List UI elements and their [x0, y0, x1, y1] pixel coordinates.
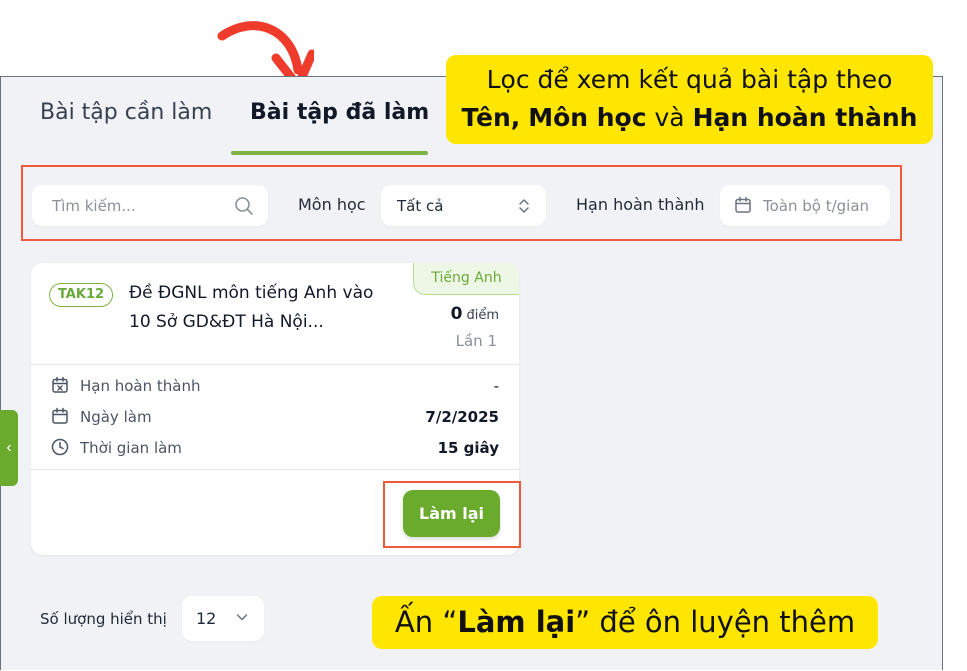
callout-name: Tên,	[461, 103, 521, 132]
callout-line-2: Tên, Môn học và Hạn hoàn thành	[446, 99, 933, 137]
filter-callout: Lọc để xem kết quả bài tập theo Tên, Môn…	[446, 55, 933, 144]
redo-callout: Ấn “Làm lại” để ôn luyện thêm	[372, 596, 878, 649]
chevron-down-icon	[236, 614, 248, 621]
card-divider	[31, 364, 519, 365]
deadline-row: Hạn hoàn thành -	[51, 375, 499, 397]
subject-tag: Tiếng Anh	[413, 263, 519, 295]
active-tab-indicator	[231, 151, 428, 155]
search-placeholder: Tìm kiếm...	[52, 197, 136, 215]
row-label: Ngày làm	[80, 408, 152, 426]
score-unit: điểm	[466, 308, 499, 323]
search-icon	[235, 197, 253, 215]
attempt-count: Lần 1	[455, 332, 497, 350]
calendar-icon	[735, 196, 751, 213]
page-size-label: Số lượng hiển thị	[40, 610, 167, 628]
callout-deadline: Hạn hoàn thành	[692, 103, 918, 132]
callout-suffix: ” để ôn luyện thêm	[575, 605, 856, 639]
deadline-filter-label: Hạn hoàn thành	[576, 195, 705, 214]
page-size-select[interactable]: 12	[182, 596, 264, 641]
row-label: Hạn hoàn thành	[80, 377, 201, 395]
deadline-date-picker[interactable]: Toàn bộ t/gian	[720, 185, 890, 226]
search-input[interactable]: Tìm kiếm...	[32, 185, 268, 226]
callout-line-1: Lọc để xem kết quả bài tập theo	[486, 65, 893, 94]
row-label: Thời gian làm	[80, 439, 182, 457]
deadline-placeholder: Toàn bộ t/gian	[763, 197, 870, 215]
redo-button[interactable]: Làm lại	[403, 490, 500, 537]
duration-row: Thời gian làm 15 giây	[51, 437, 499, 459]
clock-icon	[51, 438, 69, 456]
page-size-value: 12	[196, 609, 217, 628]
sidebar-toggle-chevron-left-icon[interactable]: ‹	[0, 410, 18, 486]
callout-subject: Môn học	[528, 103, 647, 132]
chevron-up-down-icon	[519, 199, 529, 213]
callout-prefix: Ấn “	[394, 605, 458, 639]
tab-done[interactable]: Bài tập đã làm	[250, 100, 429, 125]
assignment-title[interactable]: Đề ĐGNL môn tiếng Anh vào 10 Sở GD&ĐT Hà…	[129, 279, 389, 337]
callout-and: và	[654, 103, 685, 132]
row-value: -	[493, 377, 499, 395]
subject-select-value: Tất cả	[397, 197, 444, 215]
tab-todo[interactable]: Bài tập cần làm	[40, 100, 212, 125]
score-value: 0	[450, 304, 463, 324]
score: 0 điểm	[451, 304, 499, 324]
subject-filter-label: Môn học	[298, 195, 366, 214]
code-badge: TAK12	[49, 283, 113, 307]
callout-action: Làm lại	[457, 605, 576, 639]
card-divider	[31, 469, 519, 470]
date-done-row: Ngày làm 7/2/2025	[51, 406, 499, 428]
calendar-x-icon	[52, 376, 68, 393]
row-value: 15 giây	[437, 439, 499, 457]
calendar-icon	[52, 407, 68, 424]
row-value: 7/2/2025	[425, 408, 499, 426]
subject-select[interactable]: Tất cả	[381, 185, 546, 226]
